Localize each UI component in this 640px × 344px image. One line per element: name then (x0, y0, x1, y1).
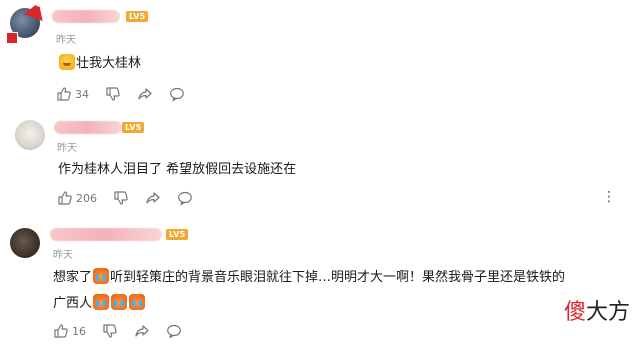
comment-text-part: 听到轻策庄的背景音乐眼泪就往下掉…明明才大一啊！果然我骨子里还是铁铁的 (110, 270, 566, 285)
thumb-up-icon (54, 324, 68, 338)
comment-text-line-2: 广西人 (53, 291, 633, 317)
comment-bubble-icon (167, 324, 181, 339)
level-badge: LV5 (122, 122, 145, 133)
dislike-button[interactable] (113, 190, 129, 206)
level-badge: LV5 (166, 229, 189, 240)
reply-button[interactable] (177, 190, 193, 206)
like-button[interactable]: 206 (57, 190, 97, 206)
watermark-red-part: 傻 (563, 300, 586, 325)
like-button[interactable]: 16 (53, 323, 86, 339)
comment-text-part: 广西人 (53, 296, 93, 311)
comment-text[interactable]: 壮我大桂林 (58, 51, 141, 77)
share-icon (135, 325, 149, 337)
comment-text-content: 壮我大桂林 (76, 56, 142, 71)
share-icon (146, 192, 160, 204)
crying-emoji-icon (93, 268, 110, 284)
like-count: 16 (72, 324, 86, 338)
comment-text[interactable]: 作为桂林人泪目了 希望放假回去设施还在 (58, 157, 296, 183)
username[interactable] (52, 10, 120, 23)
comment-actions: 34 (56, 86, 201, 102)
thumb-down-icon (103, 324, 117, 338)
crying-emoji-icon (93, 294, 110, 310)
comment-text-line-1: 想家了 听到轻策庄的背景音乐眼泪就往下掉…明明才大一啊！果然我骨子里还是铁铁的 (53, 265, 633, 291)
thumb-up-icon (58, 191, 72, 205)
dislike-button[interactable] (102, 323, 118, 339)
crying-emoji-icon (111, 294, 128, 310)
like-count: 206 (76, 191, 97, 205)
like-button[interactable]: 34 (56, 86, 89, 102)
share-button[interactable] (145, 190, 161, 206)
strong-emoji-icon (59, 54, 75, 70)
thumb-down-icon (106, 87, 120, 101)
comment-time: 昨天 (56, 35, 76, 46)
reply-button[interactable] (169, 86, 185, 102)
comment-text-part: 想家了 (53, 270, 93, 285)
reply-button[interactable] (166, 323, 182, 339)
comment-bubble-icon (170, 87, 184, 102)
comment-actions: 206 (57, 190, 209, 206)
watermark-rest: 大方 (585, 300, 630, 325)
share-button[interactable] (134, 323, 150, 339)
thumb-up-icon (57, 87, 71, 101)
dislike-button[interactable] (105, 86, 121, 102)
thumb-down-icon (114, 191, 128, 205)
gift-icon (6, 32, 18, 44)
username[interactable] (50, 228, 162, 241)
username[interactable] (54, 121, 122, 134)
more-options-icon[interactable]: ⋮ (602, 189, 616, 205)
avatar[interactable] (10, 228, 40, 258)
share-button[interactable] (137, 86, 153, 102)
level-badge: LV5 (126, 11, 149, 22)
like-count: 34 (75, 87, 89, 101)
avatar[interactable] (15, 120, 45, 150)
share-icon (138, 88, 152, 100)
comment-bubble-icon (178, 191, 192, 206)
comment-time: 昨天 (53, 250, 73, 261)
comment-actions: 16 (53, 323, 198, 339)
comment-text[interactable]: 想家了 听到轻策庄的背景音乐眼泪就往下掉…明明才大一啊！果然我骨子里还是铁铁的 广… (53, 265, 633, 317)
comment-time: 昨天 (57, 143, 77, 154)
crying-emoji-icon (129, 294, 146, 310)
watermark: 傻大方 (564, 294, 630, 326)
